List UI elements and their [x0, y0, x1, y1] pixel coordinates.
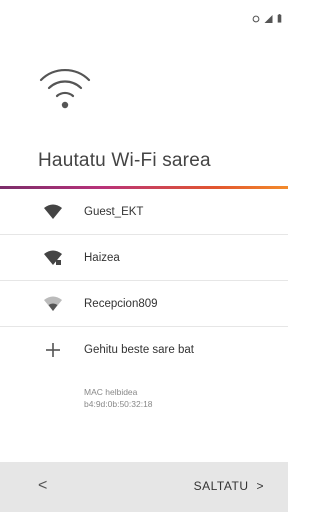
network-item-haizea[interactable]: Haizea [0, 235, 288, 281]
bottom-navigation-bar: < SALTATU > [0, 462, 288, 512]
mac-value: b4:9d:0b:50:32:18 [84, 399, 153, 409]
network-item-recepcion809[interactable]: Recepcion809 [0, 281, 288, 327]
network-name: Haizea [84, 251, 120, 264]
chevron-right-icon: > [256, 479, 264, 493]
back-button[interactable]: < [38, 477, 62, 497]
add-network-item[interactable]: Gehitu beste sare bat [0, 327, 288, 373]
header: Hautatu Wi-Fi sarea [0, 0, 288, 190]
wifi-icon [38, 60, 92, 114]
network-list: Guest_EKT Haizea Recepcion809 Gehitu bes… [0, 189, 288, 373]
network-name: Guest_EKT [84, 205, 144, 218]
skip-button[interactable]: SALTATU > [194, 479, 264, 493]
network-name: Recepcion809 [84, 297, 158, 310]
skip-label: SALTATU [193, 479, 249, 493]
wifi-locked-icon [44, 250, 62, 266]
back-chevron-icon: < [38, 477, 48, 494]
mac-label: MAC helbidea [84, 387, 138, 397]
wifi-full-icon [44, 204, 62, 220]
page-title: Hautatu Wi-Fi sarea [38, 150, 211, 171]
add-network-label: Gehitu beste sare bat [84, 344, 194, 356]
plus-icon [44, 342, 62, 358]
wifi-weak-icon [44, 296, 62, 312]
network-item-guest-ekt[interactable]: Guest_EKT [0, 189, 288, 235]
mac-address-info: MAC helbidea b4:9d:0b:50:32:18 [84, 386, 153, 410]
